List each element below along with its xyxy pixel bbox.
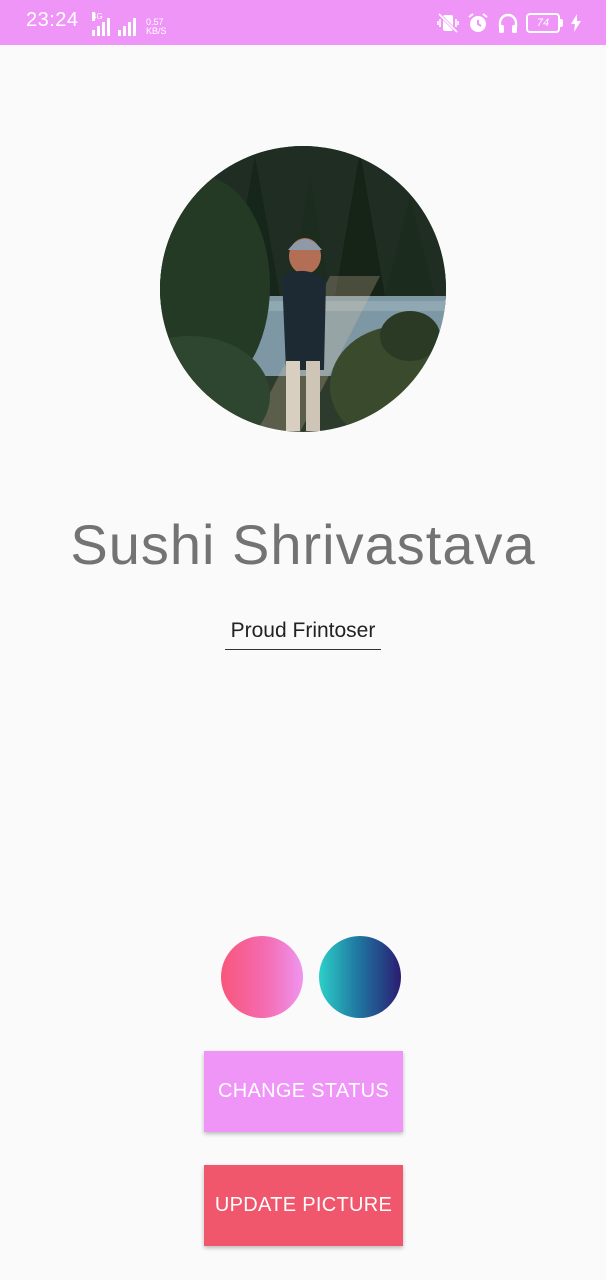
charging-icon	[571, 14, 581, 32]
vibrate-off-icon	[437, 12, 459, 34]
status-right-icons: 74	[436, 11, 582, 35]
status-left-icons: 4G 0.57 KB/S	[92, 12, 167, 36]
battery-icon: 74	[526, 13, 563, 33]
clock-time: 23:24	[26, 9, 79, 31]
change-status-button[interactable]: CHANGE STATUS	[204, 1051, 403, 1132]
theme-swatch-teal[interactable]	[319, 936, 401, 1018]
update-picture-button[interactable]: UPDATE PICTURE	[204, 1165, 403, 1246]
network-speed: 0.57 KB/S	[146, 18, 167, 36]
status-bar: 23:24 4G 0.57 KB/S 74	[0, 0, 606, 45]
signal-icon	[118, 18, 136, 36]
speed-unit: KB/S	[146, 26, 167, 36]
profile-name: Sushi Shrivastava	[70, 513, 536, 576]
network-type: 4G	[92, 12, 103, 21]
battery-level: 74	[536, 17, 550, 29]
profile-avatar[interactable]	[160, 146, 446, 432]
headphones-icon	[498, 13, 518, 33]
theme-swatch-pink[interactable]	[221, 936, 303, 1018]
alarm-icon	[468, 13, 488, 32]
signal-icon: 4G	[92, 12, 110, 36]
status-text[interactable]: Proud Frintoser	[225, 617, 381, 650]
profile-photo	[160, 146, 446, 432]
